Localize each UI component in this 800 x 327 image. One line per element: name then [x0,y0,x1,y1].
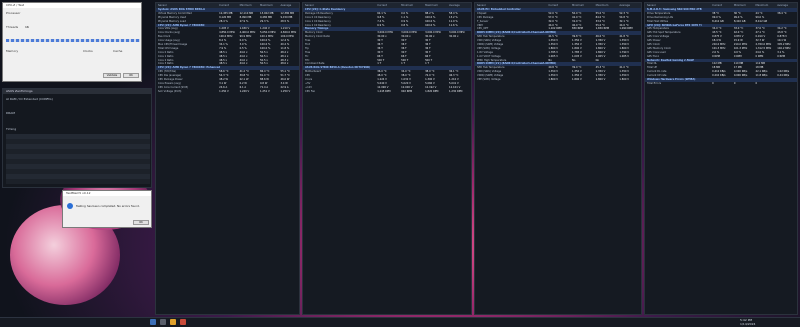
folder-icon[interactable] [170,319,176,325]
sensor-name: CPU Fan [305,89,316,93]
sensor-panel[interactable]: Sensor Current Minimum Maximum Average S.M.A.… [644,2,798,315]
timings-table [6,134,150,184]
memory-grid [6,39,140,42]
start-icon[interactable] [150,319,156,325]
sensor-value: 0 [755,81,758,85]
timing-label: Timing [6,127,17,131]
sensor-value: 0 [712,81,714,85]
sensor-row[interactable]: VPP (SWC) Voltage 1.800 V 1.800 V 1.800 V 1.… [475,78,641,82]
cpu-tool-window: CPU-Z / Test Processor Threads 16 Memory… [2,2,142,82]
window-title: ASUS ZenTimings [3,89,151,94]
sensor-panel[interactable]: Sensor Current Minimum Maximum Average ASUS E… [474,2,642,315]
sensor-row[interactable]: CPU Fan 1,245 RPM 902 RPM 1,820 RPM 1,230 RP… [303,90,471,94]
dialog-title: TestMem5 v0.12 [63,191,151,196]
section-label: Memory [6,49,19,53]
sensor-row[interactable]: Total Errors 0 0 0 [645,82,797,86]
ok-button[interactable]: OK [123,73,139,78]
clock-date: 1/14/2024 [740,322,756,326]
sensor-value: 1,230 RPM [449,89,463,93]
sensor-value: 1.800 V [619,78,630,82]
dialog-ok-button[interactable]: OK [133,220,149,225]
sensor-value: 1.800 V [595,78,606,82]
timing-tool-window: ASUS ZenTimings AI RAM / IO Extended (CO… [2,88,152,188]
sensor-value: 1.250 V [219,89,229,93]
sensor-panel[interactable]: Sensor Current Minimum Maximum Average CPU [#… [302,2,472,315]
sensor-value [775,82,797,86]
sensor-value: 1,245 RPM [377,89,391,93]
window-title: CPU-Z / Test [3,3,141,8]
config-line: AI RAM / IO Extended (CONFIG) [6,97,53,101]
sensor-name: VPP (SWC) Voltage [477,78,501,82]
sensor-value: 0 [733,81,736,85]
validate-button[interactable]: Validate [103,73,121,78]
taskbar [0,317,800,327]
dram-label: DRAM [6,111,15,115]
sensor-value: 1.251 V [260,89,270,93]
sensor-value: 1.800 V [572,78,582,82]
threads-value: 16 [25,25,29,29]
threads-label: Threads [6,25,19,29]
section-label: Cache [113,49,123,53]
search-icon[interactable] [160,319,166,325]
sensor-value: 902 RPM [401,89,413,93]
section-label: Processor [6,11,21,15]
sensor-value: 1.250 V [280,89,291,93]
sensor-value: 1.249 V [239,89,250,93]
sensor-panel[interactable]: Sensor Current Minimum Maximum Average System… [155,2,300,315]
completion-dialog: TestMem5 v0.12 Testing has been complete… [62,190,152,228]
sensor-value: 1.800 V [548,78,558,82]
sensor-value: 1,820 RPM [425,89,439,93]
sensor-name: Total Errors [647,81,662,85]
app-icon[interactable] [180,319,186,325]
sensor-row[interactable]: SoC Voltage (SVI3) 1.250 V 1.249 V 1.251 V 1… [156,90,299,94]
dialog-message: Testing has been completed. No errors fo… [76,204,140,208]
sensor-name: SoC Voltage (SVI3) [158,89,182,93]
section-label: Clocks [83,49,93,53]
info-icon [67,203,73,209]
